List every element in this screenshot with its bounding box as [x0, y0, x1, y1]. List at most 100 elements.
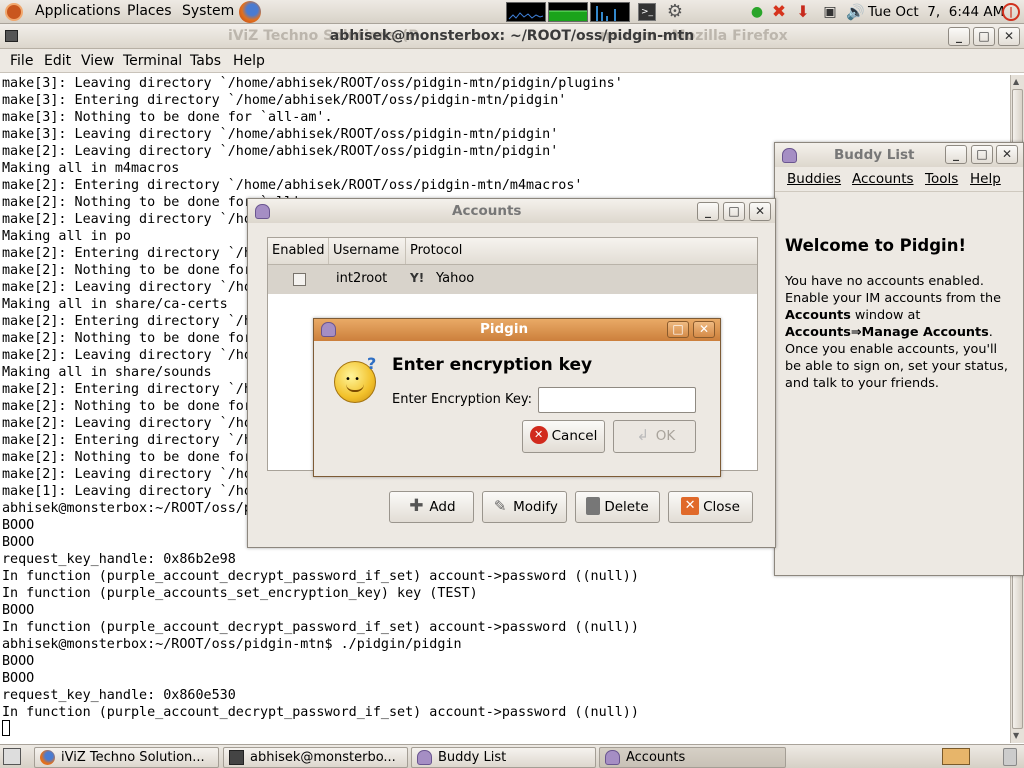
- minimize-button[interactable]: _: [948, 27, 970, 46]
- settings-gear-icon[interactable]: ⚙: [666, 3, 684, 21]
- menu-system[interactable]: System: [182, 3, 234, 19]
- minimize-button[interactable]: _: [945, 145, 967, 164]
- ubuntu-logo-icon[interactable]: [5, 3, 23, 21]
- column-header-enabled[interactable]: Enabled: [272, 243, 325, 258]
- firefox-icon: [40, 750, 55, 765]
- column-header-username[interactable]: Username: [333, 243, 399, 258]
- close-button[interactable]: ✕: [693, 321, 715, 338]
- network-status-icon[interactable]: ●: [748, 3, 766, 21]
- trash-icon: [586, 497, 601, 515]
- plus-icon: ✚: [409, 496, 424, 516]
- menu-accounts[interactable]: Accounts: [852, 171, 914, 187]
- encryption-key-label: Enter Encryption Key:: [392, 392, 532, 407]
- accounts-titlebar[interactable]: Accounts _ □ ✕: [248, 199, 775, 223]
- close-icon: ✕: [681, 497, 700, 515]
- table-row[interactable]: int2root Y! Yahoo: [268, 265, 757, 294]
- maximize-button[interactable]: □: [667, 321, 689, 338]
- menu-help[interactable]: Help: [970, 171, 1001, 187]
- enabled-checkbox[interactable]: [293, 273, 306, 286]
- accounts-title: Accounts: [452, 203, 522, 219]
- cancel-button[interactable]: ✕ Cancel: [522, 420, 605, 453]
- terminal-line: request_key_handle: 0x860e530: [2, 688, 236, 703]
- menu-places[interactable]: Places: [127, 3, 172, 19]
- taskbar-item-terminal[interactable]: abhisek@monsterbo...: [223, 747, 408, 768]
- minimize-button[interactable]: _: [697, 202, 719, 221]
- menu-view[interactable]: View: [81, 53, 114, 69]
- close-button[interactable]: ✕: [998, 27, 1020, 46]
- add-button[interactable]: ✚ Add: [389, 491, 474, 523]
- taskbar-item-label: Buddy List: [438, 750, 507, 765]
- dialog-question-icon: • • ?: [334, 354, 376, 403]
- network-monitor-graph[interactable]: [590, 2, 630, 22]
- accounts-close-button[interactable]: ✕ Close: [668, 491, 753, 523]
- menu-tools[interactable]: Tools: [925, 171, 958, 187]
- update-notifier-icon[interactable]: ✖: [770, 3, 788, 21]
- close-button-label: Close: [703, 499, 740, 515]
- show-desktop-icon[interactable]: [3, 748, 21, 765]
- terminal-line: make[3]: Leaving directory `/home/abhise…: [2, 127, 559, 142]
- welcome-line: Enable your IM accounts from the: [785, 291, 1001, 306]
- menu-file[interactable]: File: [10, 53, 33, 69]
- terminal-line: BOOO: [2, 603, 35, 618]
- accounts-bold-text: Accounts: [785, 308, 851, 323]
- menu-buddies[interactable]: Buddies: [787, 171, 841, 187]
- menu-tabs[interactable]: Tabs: [190, 53, 221, 69]
- close-button[interactable]: ✕: [996, 145, 1018, 164]
- scroll-up-arrow-icon[interactable]: ▲: [1013, 77, 1019, 86]
- menu-applications[interactable]: Applications: [35, 3, 121, 19]
- buddy-list-titlebar[interactable]: Buddy List _ □ ✕: [775, 143, 1023, 167]
- welcome-line: and talk to your friends.: [785, 376, 939, 391]
- terminal-titlebar[interactable]: iViZ Techno Solutions (P ns.com - Mozill…: [0, 24, 1024, 49]
- menu-help[interactable]: Help: [233, 53, 265, 69]
- download-arrow-icon[interactable]: ⬇: [794, 3, 812, 21]
- taskbar-item-firefox[interactable]: iViZ Techno Solution...: [34, 747, 219, 768]
- maximize-button[interactable]: □: [723, 202, 745, 221]
- firefox-launcher-icon[interactable]: [239, 1, 261, 23]
- terminal-line: make[3]: Leaving directory `/home/abhise…: [2, 76, 623, 91]
- close-button[interactable]: ✕: [749, 202, 771, 221]
- trash-icon[interactable]: [1003, 748, 1017, 766]
- power-icon[interactable]: |: [1002, 3, 1020, 21]
- clock[interactable]: Tue Oct 7, 6:44 AM: [868, 4, 1004, 20]
- pidgin-icon: [321, 322, 336, 337]
- display-icon[interactable]: ▣: [821, 3, 839, 21]
- taskbar-item-label: abhisek@monsterbo...: [250, 750, 396, 765]
- terminal-line: In function (purple_account_decrypt_pass…: [2, 620, 639, 635]
- encryption-key-input[interactable]: [538, 387, 696, 413]
- menu-terminal[interactable]: Terminal: [123, 53, 182, 69]
- tools-icon: ✎: [493, 497, 507, 515]
- ok-button: ↲ OK: [613, 420, 696, 453]
- maximize-button[interactable]: □: [973, 27, 995, 46]
- cpu-monitor-graph[interactable]: [506, 2, 546, 22]
- workspace-switcher[interactable]: [942, 748, 970, 765]
- welcome-line: You have no accounts enabled.: [785, 274, 984, 289]
- scroll-down-arrow-icon[interactable]: ▼: [1013, 731, 1019, 740]
- terminal-line: make[3]: Entering directory `/home/abhis…: [2, 93, 567, 108]
- bottom-panel: iViZ Techno Solution... abhisek@monsterb…: [0, 744, 1024, 768]
- delete-button[interactable]: Delete: [575, 491, 660, 523]
- yahoo-protocol-icon: Y!: [410, 271, 425, 285]
- terminal-line: abhisek@monsterbox:~/ROOT/oss/pidgin-mtn…: [2, 637, 462, 652]
- taskbar-item-buddy-list[interactable]: Buddy List: [411, 747, 596, 768]
- terminal-line: In function (purple_accounts_set_encrypt…: [2, 586, 478, 601]
- modify-button[interactable]: ✎ Modify: [482, 491, 567, 523]
- cancel-icon: ✕: [529, 426, 548, 444]
- column-divider: [405, 238, 406, 264]
- buddy-list-window: Buddy List _ □ ✕ Buddies Accounts Tools …: [774, 142, 1024, 576]
- maximize-button[interactable]: □: [971, 145, 993, 164]
- dialog-titlebar[interactable]: Pidgin □ ✕: [314, 319, 720, 341]
- memory-monitor-graph[interactable]: [548, 2, 588, 22]
- accounts-list-header: Enabled Username Protocol: [268, 238, 757, 265]
- column-header-protocol[interactable]: Protocol: [410, 243, 462, 258]
- taskbar-item-accounts[interactable]: Accounts: [599, 747, 786, 768]
- taskbar-item-label: Accounts: [626, 750, 686, 765]
- menu-edit[interactable]: Edit: [44, 53, 71, 69]
- pidgin-icon: [255, 204, 270, 219]
- volume-icon[interactable]: 🔊: [846, 3, 865, 21]
- terminal-launcher-icon[interactable]: >_: [638, 3, 656, 21]
- buddy-list-menubar: Buddies Accounts Tools Help: [775, 168, 1023, 192]
- enter-arrow-icon: ↲: [636, 426, 650, 444]
- column-divider: [328, 238, 329, 264]
- terminal-line: make[3]: Nothing to be done for `all-am'…: [2, 110, 333, 125]
